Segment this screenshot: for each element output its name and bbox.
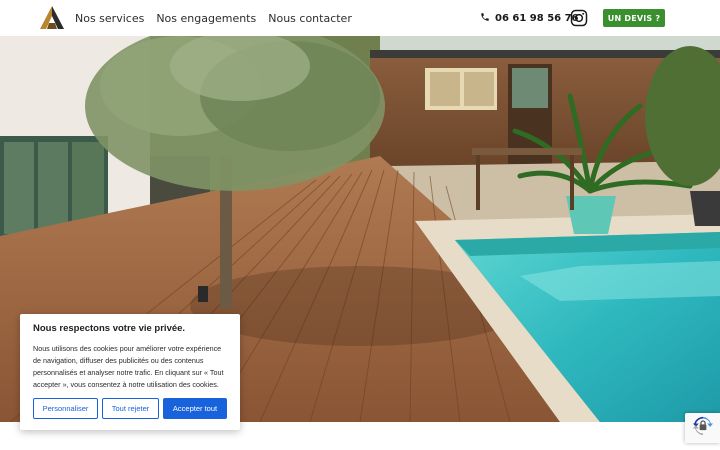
cookie-accept-button[interactable]: Accepter tout: [163, 398, 227, 419]
cookie-actions: Personnaliser Tout rejeter Accepter tout: [33, 398, 227, 419]
nav-item-services[interactable]: Nos services: [75, 12, 144, 25]
company-logo[interactable]: [40, 6, 64, 29]
recaptcha-badge[interactable]: [685, 413, 720, 443]
cookie-customize-button[interactable]: Personnaliser: [33, 398, 98, 419]
cookie-reject-button[interactable]: Tout rejeter: [102, 398, 159, 419]
cookie-consent-banner: Nous respectons votre vie privée. Nous u…: [20, 314, 240, 430]
nav-item-contact[interactable]: Nous contacter: [268, 12, 352, 25]
cookie-description: Nous utilisons des cookies pour améliore…: [33, 344, 224, 389]
main-nav: Nos services Nos engagements Nous contac…: [75, 0, 352, 36]
quote-button[interactable]: UN DEVIS ?: [603, 9, 665, 27]
instagram-icon[interactable]: [570, 9, 588, 27]
nav-item-engagements[interactable]: Nos engagements: [156, 12, 256, 25]
page: Nos services Nos engagements Nous contac…: [0, 0, 720, 450]
phone-number: 06 61 98 56 76: [495, 12, 579, 24]
site-header: Nos services Nos engagements Nous contac…: [0, 0, 720, 36]
phone-link[interactable]: 06 61 98 56 76: [480, 0, 579, 36]
recaptcha-icon: [692, 416, 713, 441]
phone-icon: [480, 9, 490, 27]
cookie-title: Nous respectons votre vie privée.: [33, 323, 186, 334]
